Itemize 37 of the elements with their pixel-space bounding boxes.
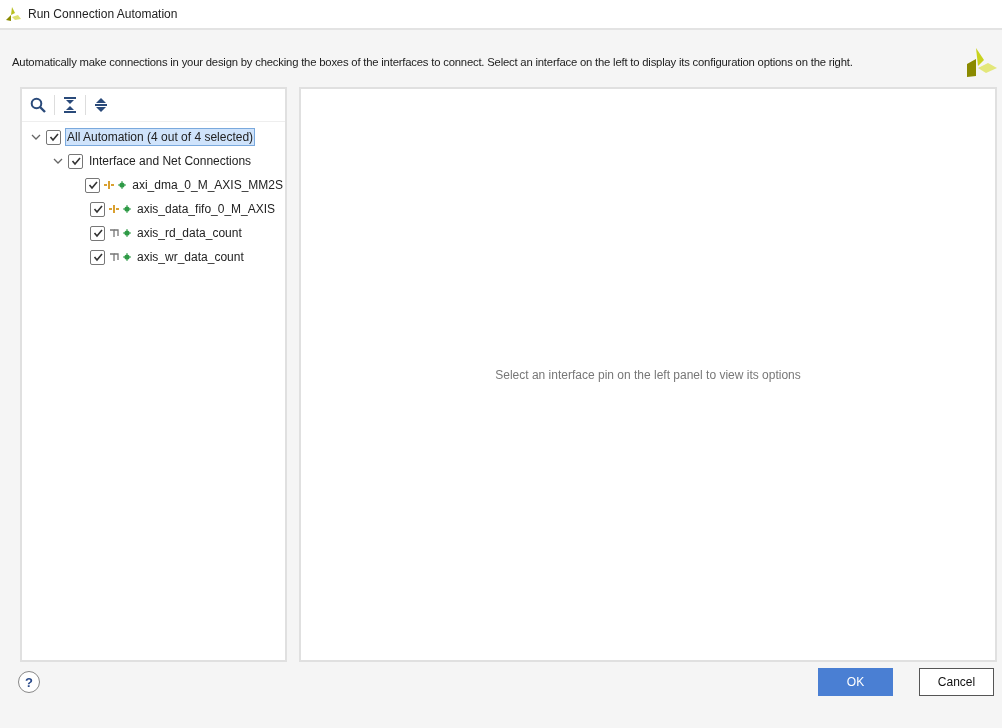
search-icon[interactable] bbox=[30, 97, 46, 113]
check-icon bbox=[70, 156, 81, 166]
tree-item[interactable]: axis_rd_data_count bbox=[135, 224, 244, 242]
collapse-all-icon[interactable] bbox=[63, 97, 77, 113]
tree-item[interactable]: axis_data_fifo_0_M_AXIS bbox=[135, 200, 278, 218]
bug-icon bbox=[123, 205, 131, 213]
ok-button[interactable]: OK bbox=[818, 668, 893, 696]
description-text: Automatically make connections in your design by checking the boxes of the interfaces to connect. Select an interface on the left to display its configuration options on the right. bbox=[12, 56, 853, 68]
expand-all-icon[interactable] bbox=[94, 97, 108, 113]
checkbox[interactable] bbox=[46, 129, 61, 145]
bug-icon bbox=[118, 181, 127, 189]
net-icon bbox=[109, 252, 119, 262]
bug-icon bbox=[123, 229, 131, 237]
check-icon bbox=[92, 204, 103, 214]
cancel-button[interactable]: Cancel bbox=[919, 668, 994, 696]
bus-icon bbox=[104, 180, 115, 190]
tree-item[interactable]: Interface and Net Connections bbox=[87, 152, 254, 170]
check-icon bbox=[87, 180, 98, 190]
checkbox[interactable] bbox=[90, 201, 105, 217]
window-title: Run Connection Automation bbox=[28, 7, 178, 21]
check-icon bbox=[48, 132, 59, 142]
checkbox[interactable] bbox=[90, 225, 105, 241]
bug-icon bbox=[123, 253, 131, 261]
logo-icon bbox=[966, 46, 998, 78]
check-icon bbox=[92, 228, 103, 238]
checkbox[interactable] bbox=[85, 177, 101, 193]
check-icon bbox=[92, 252, 103, 262]
help-button[interactable]: ? bbox=[18, 671, 40, 693]
checkbox[interactable] bbox=[90, 249, 105, 265]
logo-icon bbox=[6, 7, 22, 21]
bus-icon bbox=[109, 204, 119, 214]
checkbox[interactable] bbox=[68, 153, 83, 169]
tree-item[interactable]: axis_wr_data_count bbox=[135, 248, 246, 266]
placeholder-message: Select an interface pin on the left panel to view its options bbox=[495, 367, 801, 382]
tree-item[interactable]: axi_dma_0_M_AXIS_MM2S bbox=[130, 176, 285, 194]
net-icon bbox=[109, 228, 119, 238]
tree-item[interactable]: All Automation (4 out of 4 selected) bbox=[65, 128, 256, 146]
